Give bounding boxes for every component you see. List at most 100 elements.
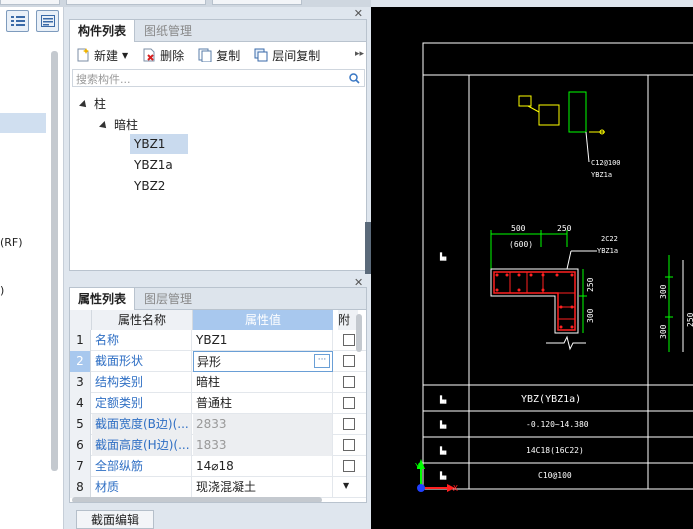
rebar-label: 2C22 xyxy=(601,235,618,243)
property-value[interactable]: 普通柱 xyxy=(193,393,333,414)
row-number: 6 xyxy=(70,435,91,456)
ellipsis-button[interactable]: ··· xyxy=(314,354,330,368)
header-property-name[interactable]: 属性名称 xyxy=(92,310,193,330)
property-value: 2833 xyxy=(193,414,333,435)
schedule-name: YBZ(YBZ1a) xyxy=(521,394,581,405)
property-panel-close-icon[interactable]: ✕ xyxy=(354,276,363,289)
header-corner xyxy=(70,310,92,330)
expand-icon[interactable] xyxy=(79,99,89,110)
floor-copy-button[interactable]: 层间复制 xyxy=(254,47,320,64)
section-edit-button[interactable]: 截面编辑 xyxy=(76,510,154,529)
dimension-label: 300 xyxy=(586,308,595,323)
property-name: 截面宽度(B边)(... xyxy=(92,414,192,435)
search-icon[interactable] xyxy=(349,73,360,84)
detail-view-button[interactable] xyxy=(36,10,59,32)
table-row[interactable]: 3 结构类别 暗柱 xyxy=(70,372,366,393)
component-list-panel: 构件列表 图纸管理 新建 ▼ 删除 复制 层间复制 ✕ ▸▸ 搜索构件... 柱… xyxy=(69,7,367,271)
property-value[interactable]: 14⌀18 xyxy=(193,456,333,477)
attach-checkbox[interactable] xyxy=(343,376,355,388)
row-number: 1 xyxy=(70,330,91,351)
attach-checkbox[interactable] xyxy=(343,334,355,346)
top-tab[interactable] xyxy=(212,0,302,5)
property-name: 名称 xyxy=(92,330,192,351)
property-name: 定额类别 xyxy=(92,393,192,414)
component-toolbar: 新建 ▼ 删除 复制 层间复制 xyxy=(70,42,366,68)
attach-checkbox[interactable] xyxy=(343,355,355,367)
tab-drawing-management[interactable]: 图纸管理 xyxy=(136,20,200,42)
list-view-button[interactable] xyxy=(6,10,29,32)
member-label: YBZ1a xyxy=(591,171,612,179)
property-tabbar: 属性列表 图层管理 xyxy=(70,288,366,310)
property-name: 材质 xyxy=(92,477,192,498)
property-value[interactable]: 现浇混凝土 xyxy=(193,477,333,498)
top-tab[interactable] xyxy=(66,0,206,5)
expand-icon[interactable] xyxy=(99,120,109,131)
close-icon[interactable]: ✕ xyxy=(354,7,363,20)
row-number: 3 xyxy=(70,372,91,393)
attach-checkbox[interactable] xyxy=(343,418,355,430)
delete-label: 删除 xyxy=(160,48,185,63)
tree-node-hidden-column[interactable]: 暗柱 xyxy=(99,116,138,133)
nav-item-label[interactable]: ) xyxy=(0,284,4,297)
table-row[interactable]: 4 定额类别 普通柱 xyxy=(70,393,366,414)
tab-layer-management[interactable]: 图层管理 xyxy=(136,288,200,310)
more-chevron-icon[interactable]: ▸▸ xyxy=(355,49,364,59)
floor-copy-label: 层间复制 xyxy=(272,48,321,63)
table-row[interactable]: 1 名称 YBZ1 xyxy=(70,330,366,351)
list-icon xyxy=(10,16,25,26)
table-row[interactable]: 8 材质 现浇混凝土 ▼ xyxy=(70,477,366,498)
dimension-label: (600) xyxy=(509,240,533,249)
header-property-value[interactable]: 属性值 xyxy=(193,310,333,330)
schedule-elevation: -0.120~14.380 xyxy=(526,420,589,429)
top-tab-strip xyxy=(0,0,371,7)
property-value[interactable]: 暗柱 xyxy=(193,372,333,393)
new-icon xyxy=(76,48,90,62)
top-tab[interactable] xyxy=(0,0,60,5)
table-row[interactable]: 6 截面高度(H边)(... 1833 xyxy=(70,435,366,456)
table-row[interactable]: 7 全部纵筋 14⌀18 xyxy=(70,456,366,477)
dimension-label: 500 xyxy=(511,224,526,233)
floor-copy-icon xyxy=(254,48,268,62)
nav-selected-item[interactable] xyxy=(0,113,46,133)
cad-drawing-area[interactable]: ▙▖ ▙▖ ▙▖ ▙▖ ▙▖ C12@100 YBZ1a 500 (600) 2… xyxy=(371,7,693,529)
vertical-scrollbar[interactable] xyxy=(356,314,362,352)
attach-checkbox[interactable] xyxy=(343,460,355,472)
schedule-stirrup: C10@100 xyxy=(538,471,572,480)
dropdown-arrow-icon[interactable]: ▼ xyxy=(343,481,355,493)
tree-item-ybz1[interactable]: YBZ1 xyxy=(130,134,188,154)
horizontal-scrollbar[interactable] xyxy=(72,497,322,502)
table-row[interactable]: 5 截面宽度(B边)(... 2833 xyxy=(70,414,366,435)
svg-text:▙▖: ▙▖ xyxy=(439,446,448,455)
copy-button[interactable]: 复制 xyxy=(198,47,240,64)
tree-item-ybz1a[interactable]: YBZ1a xyxy=(134,158,173,172)
new-button[interactable]: 新建 ▼ xyxy=(76,47,128,64)
component-search-input[interactable]: 搜索构件... xyxy=(72,69,365,87)
property-name: 结构类别 xyxy=(92,372,192,393)
svg-text:▙▖: ▙▖ xyxy=(439,252,448,261)
nav-item-label[interactable]: (RF) xyxy=(0,236,23,249)
property-table-header: 属性名称 属性值 附 xyxy=(70,310,366,330)
delete-button[interactable]: 删除 xyxy=(142,47,184,64)
dimension-label: 300 xyxy=(659,284,668,299)
attach-checkbox[interactable] xyxy=(343,397,355,409)
table-row[interactable]: 2 截面形状 异形 ··· xyxy=(70,351,366,372)
header-attach[interactable]: 附 xyxy=(338,310,358,330)
right-partial-section: 300 300 250 xyxy=(659,255,693,352)
tab-property-list[interactable]: 属性列表 xyxy=(70,288,136,310)
attach-checkbox[interactable] xyxy=(343,439,355,451)
tree-item-ybz2[interactable]: YBZ2 xyxy=(134,179,165,193)
delete-icon xyxy=(142,48,156,62)
property-value[interactable]: YBZ1 xyxy=(193,330,333,351)
detail-list-icon xyxy=(40,15,55,27)
dimension-label: 250 xyxy=(557,224,572,233)
cad-canvas: ▙▖ ▙▖ ▙▖ ▙▖ ▙▖ C12@100 YBZ1a 500 (600) 2… xyxy=(415,42,693,493)
property-value-editor[interactable]: 异形 ··· xyxy=(193,351,333,372)
tree-node-column[interactable]: 柱 xyxy=(79,95,106,112)
row-number: 8 xyxy=(70,477,91,498)
dropdown-arrow-icon[interactable]: ▼ xyxy=(122,51,128,60)
property-value: 异形 xyxy=(197,355,222,369)
tab-component-list[interactable]: 构件列表 xyxy=(70,20,136,42)
nav-scrollbar[interactable] xyxy=(51,51,58,471)
row-number: 2 xyxy=(70,351,91,372)
row-number: 7 xyxy=(70,456,91,477)
